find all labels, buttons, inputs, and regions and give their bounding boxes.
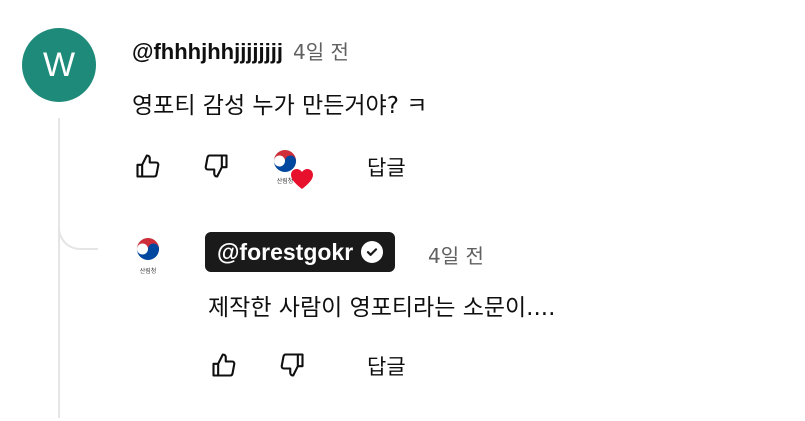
verified-check-icon bbox=[361, 241, 384, 263]
comment-header: @fhhhjhhjjjjjjjj 4일 전 bbox=[132, 36, 349, 65]
like-button[interactable] bbox=[132, 150, 164, 182]
reply-button[interactable]: 답글 bbox=[367, 152, 406, 182]
reply-dislike-button[interactable] bbox=[276, 349, 308, 381]
reply-text: 제작한 사람이 영포티라는 소문이.... bbox=[208, 295, 556, 321]
comment-time[interactable]: 4일 전 bbox=[293, 36, 349, 65]
heart-icon bbox=[291, 169, 313, 189]
thumbs-up-icon bbox=[212, 353, 236, 377]
taegeuk-logo-icon bbox=[136, 237, 160, 261]
reply-reply-button[interactable]: 답글 bbox=[367, 351, 406, 381]
thumbs-down-icon bbox=[204, 154, 228, 178]
avatar[interactable]: W bbox=[22, 28, 96, 102]
thread-connector bbox=[58, 210, 98, 250]
verified-author-badge[interactable]: @forestgokr bbox=[205, 232, 396, 272]
dislike-button[interactable] bbox=[200, 150, 232, 182]
creator-heart: 산림청 bbox=[270, 146, 316, 192]
reply-avatar[interactable]: 산림청 bbox=[128, 236, 168, 280]
avatar-letter: W bbox=[42, 45, 76, 84]
thread-line bbox=[58, 118, 60, 418]
comment-author[interactable]: @fhhhjhhjjjjjjjj bbox=[132, 39, 283, 65]
thumbs-down-icon bbox=[280, 353, 304, 377]
reply-author: @forestgokr bbox=[217, 238, 354, 265]
comment-text: 영포티 감성 누가 만든거야? ㅋ bbox=[132, 93, 428, 119]
thumbs-up-icon bbox=[136, 154, 160, 178]
reply-like-button[interactable] bbox=[208, 349, 240, 381]
reply-time[interactable]: 4일 전 bbox=[428, 240, 484, 269]
reply-logo-caption: 산림청 bbox=[139, 268, 157, 275]
